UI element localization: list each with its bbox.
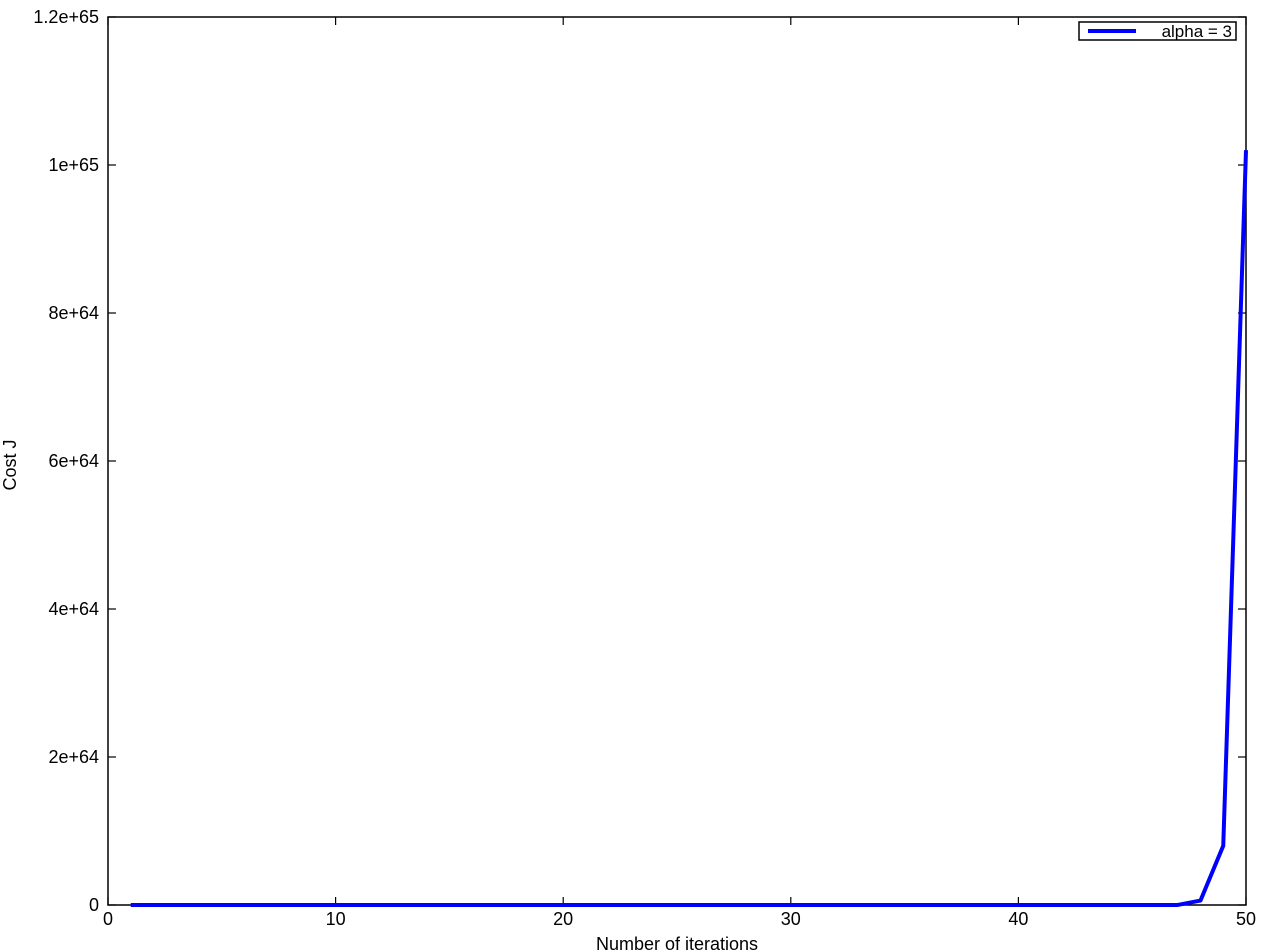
- plot-area: [107, 16, 1247, 906]
- series-layer: [130, 150, 1248, 907]
- y-tick-label: 6e+64: [48, 451, 99, 471]
- x-tick-label: 30: [781, 909, 801, 929]
- x-axis-label: Number of iterations: [596, 934, 758, 952]
- y-tick-label: 1e+65: [48, 155, 99, 175]
- x-tick-label: 50: [1236, 909, 1256, 929]
- y-tick-label: 1.2e+65: [33, 7, 99, 27]
- x-tick-label: 40: [1008, 909, 1028, 929]
- y-tick-label: 0: [89, 895, 99, 915]
- plot-border: [107, 16, 1247, 906]
- legend-label-alpha-3: alpha = 3: [1162, 22, 1232, 41]
- y-tick-label: 4e+64: [48, 599, 99, 619]
- x-tick-label: 0: [103, 909, 113, 929]
- series-line-0: [130, 150, 1248, 907]
- y-axis-label: Cost J: [0, 439, 20, 490]
- y-tick-label: 2e+64: [48, 747, 99, 767]
- y-tick-label: 8e+64: [48, 303, 99, 323]
- legend: alpha = 3: [1078, 21, 1237, 41]
- x-axis: 0 10 20 30 40 50: [103, 17, 1256, 929]
- line-chart: 0 10 20 30 40 50 0 2e+64 4e+64 6e+64 8e+64 1e+65 1.…: [0, 7, 1256, 952]
- x-tick-label: 20: [553, 909, 573, 929]
- y-axis: 0 2e+64 4e+64 6e+64 8e+64 1e+65 1.2e+65: [33, 7, 1246, 915]
- x-tick-label: 10: [326, 909, 346, 929]
